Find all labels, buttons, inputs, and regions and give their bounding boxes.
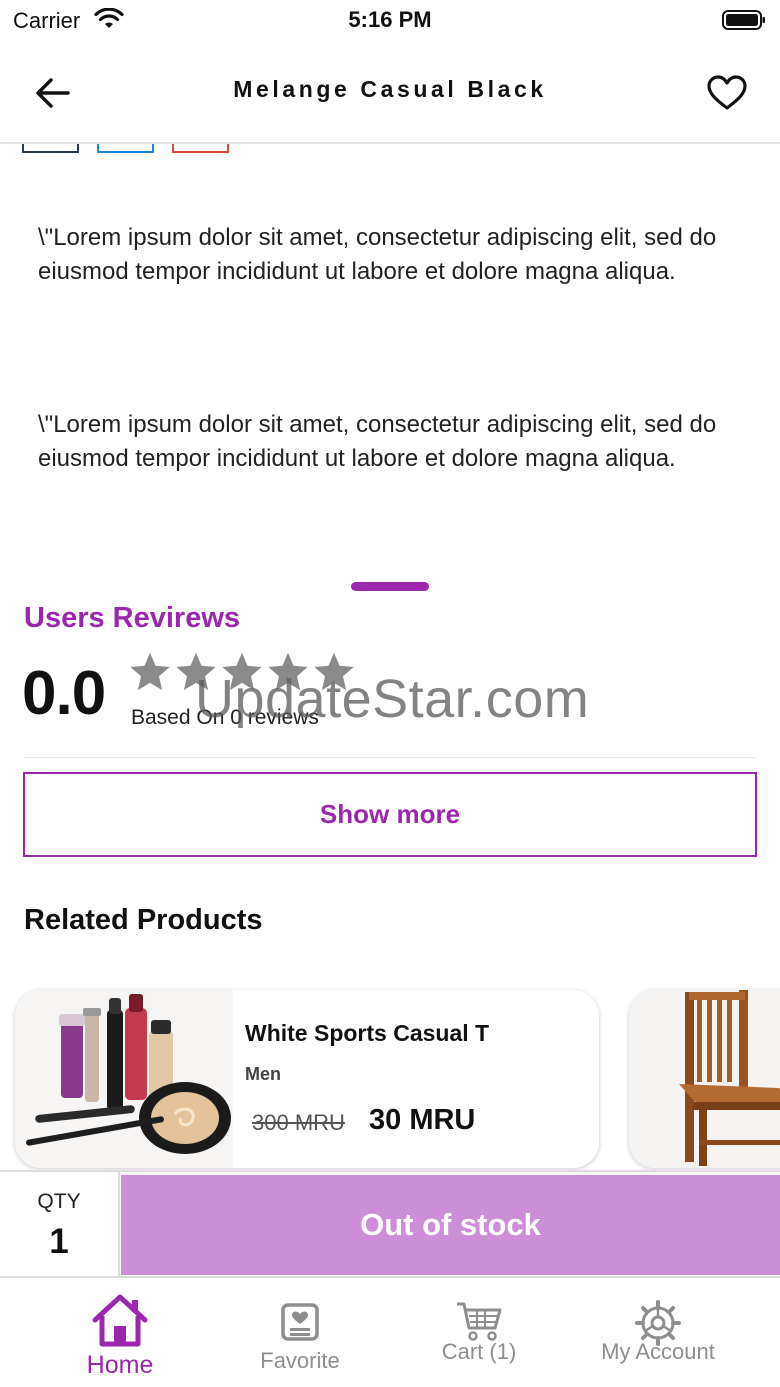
product-category: Men: [245, 1064, 281, 1084]
cosmetics-image: [15, 990, 233, 1168]
divider: [24, 757, 756, 758]
tab-label: My Account: [601, 1339, 715, 1364]
product-card[interactable]: White Sports Casual T Men 300 MRU 30 MRU: [15, 990, 599, 1168]
show-more-button[interactable]: Show more: [23, 772, 757, 857]
description-paragraph: \"Lorem ipsum dolor sit amet, consectetu…: [38, 411, 717, 472]
heart-outline-icon: [707, 75, 747, 110]
qty-value: 1: [49, 1222, 69, 1261]
page-title: Melange Casual Black: [233, 76, 547, 102]
product-card[interactable]: [629, 990, 780, 1168]
reviews-title: Users Revirews: [24, 602, 241, 634]
product-price: 30 MRU: [369, 1104, 476, 1136]
status-bar: Carrier 5:16 PM: [0, 0, 780, 40]
product-old-price: 300 MRU: [252, 1110, 345, 1135]
product-name: White Sports Casual T: [245, 1020, 490, 1046]
tab-favorite[interactable]: Favorite: [240, 1280, 360, 1387]
tab-label: Favorite: [260, 1348, 340, 1373]
purchase-bar: QTY 1 Out of stock: [0, 1170, 780, 1278]
home-icon: [92, 1294, 148, 1347]
tab-cart[interactable]: Cart (1): [419, 1280, 539, 1387]
section-drag-handle: [351, 582, 429, 591]
quantity-selector[interactable]: QTY 1: [0, 1172, 120, 1276]
tab-my-account[interactable]: My Account: [588, 1280, 728, 1387]
watermark: UpdateStar.com: [195, 669, 590, 729]
favorite-button[interactable]: [702, 68, 752, 118]
tab-home[interactable]: Home: [60, 1280, 180, 1387]
clock: 5:16 PM: [348, 7, 432, 32]
battery-icon: [722, 10, 766, 35]
tab-label: Cart (1): [441, 1339, 517, 1364]
rating-number: 0.0: [22, 659, 106, 728]
wooden-chair-image: [629, 990, 780, 1168]
star-icon: [130, 652, 170, 691]
nav-header: Melange Casual Black: [0, 40, 780, 144]
description-paragraph: \"Lorem ipsum dolor sit amet, consectetu…: [38, 224, 717, 285]
qty-label: QTY: [37, 1190, 81, 1213]
tab-bar: Home Favorite Cart (1) My Account: [0, 1280, 780, 1387]
out-of-stock-button[interactable]: Out of stock: [121, 1175, 780, 1275]
cart-icon: [457, 1302, 502, 1341]
favorite-icon: [281, 1303, 319, 1341]
tab-label: Home: [86, 1351, 154, 1379]
related-products-title: Related Products: [24, 904, 263, 936]
